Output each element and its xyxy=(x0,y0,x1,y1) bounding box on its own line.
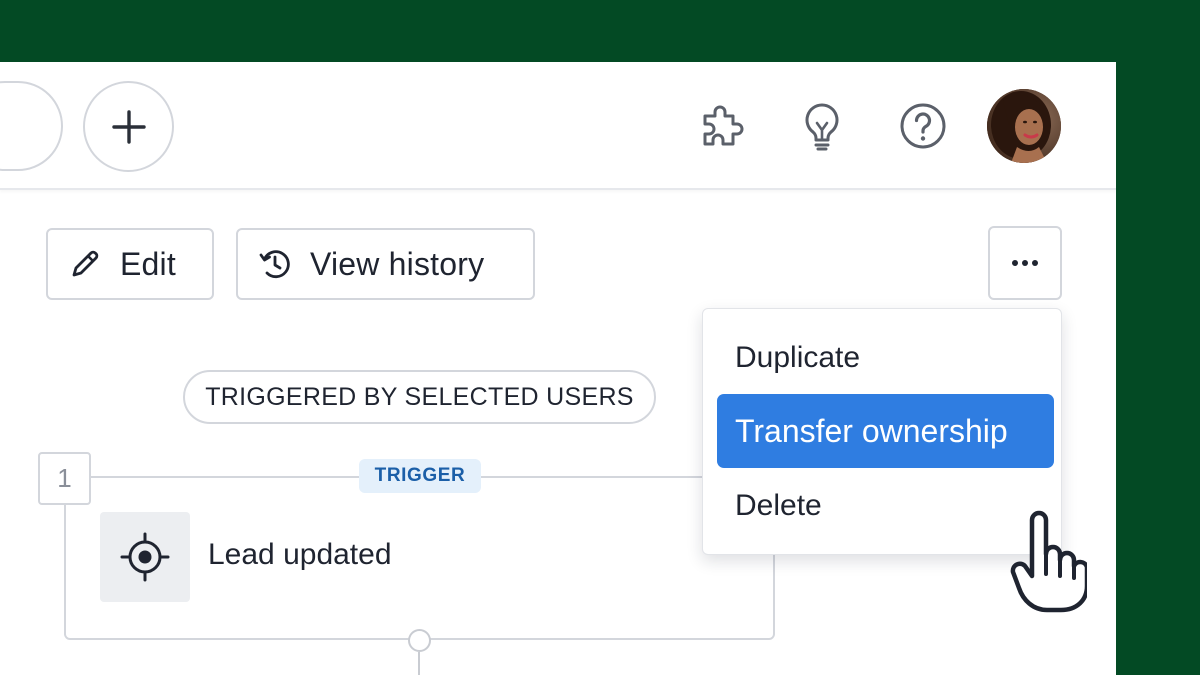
step-title: Lead updated xyxy=(208,538,392,571)
trigger-banner: TRIGGERED BY SELECTED USERS xyxy=(183,370,656,424)
more-options-button[interactable] xyxy=(988,226,1062,300)
step-number: 1 xyxy=(38,452,91,505)
view-history-button[interactable]: View history xyxy=(236,228,535,300)
menu-item-transfer-ownership[interactable]: Transfer ownership xyxy=(717,394,1054,468)
trigger-tag: TRIGGER xyxy=(359,459,481,493)
integrations-button[interactable] xyxy=(695,100,747,152)
connector-node[interactable] xyxy=(408,629,431,652)
connector-line xyxy=(418,652,420,675)
ideas-button[interactable] xyxy=(796,100,848,152)
history-icon xyxy=(258,247,292,281)
step-icon-box xyxy=(100,512,190,602)
lightbulb-icon xyxy=(805,103,839,151)
edit-button-label: Edit xyxy=(120,245,176,282)
add-button[interactable] xyxy=(83,81,174,172)
help-icon xyxy=(900,103,946,149)
app-window: Edit View history TRIGGERED BY SELECTED … xyxy=(0,62,1116,675)
plus-icon xyxy=(111,109,146,144)
puzzle-icon xyxy=(703,105,744,146)
nav-pill-button[interactable] xyxy=(0,81,63,171)
view-history-label: View history xyxy=(310,245,485,282)
avatar-image xyxy=(987,89,1061,163)
user-avatar[interactable] xyxy=(987,89,1061,163)
target-icon xyxy=(120,532,170,582)
edit-button[interactable]: Edit xyxy=(46,228,214,300)
menu-item-duplicate[interactable]: Duplicate xyxy=(717,321,1054,395)
pencil-icon xyxy=(68,247,102,281)
top-navigation-bar xyxy=(0,62,1116,190)
more-horizontal-icon xyxy=(1012,260,1038,266)
menu-item-delete[interactable]: Delete xyxy=(717,469,1054,543)
hand-pointer-icon xyxy=(1010,510,1087,613)
help-button[interactable] xyxy=(897,100,949,152)
